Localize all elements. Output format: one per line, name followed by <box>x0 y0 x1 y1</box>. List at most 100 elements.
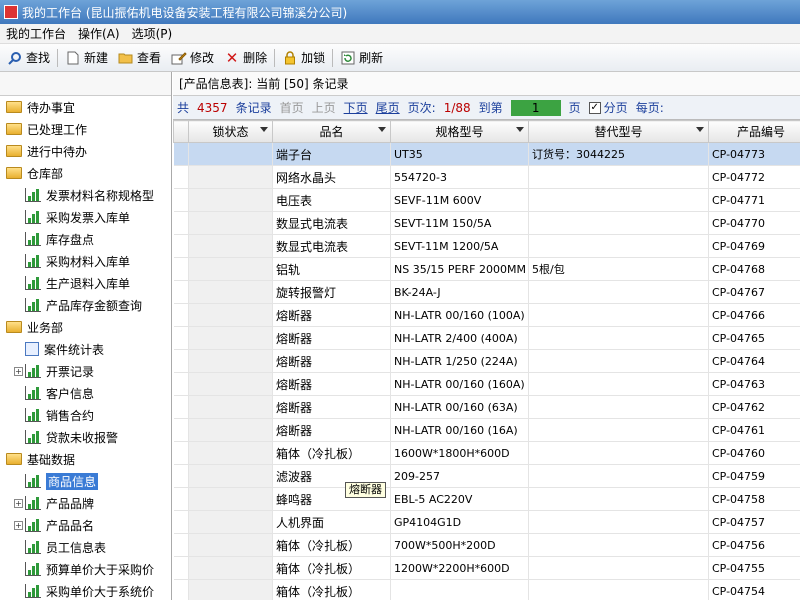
alt-model-cell[interactable] <box>528 510 709 534</box>
alt-model-cell[interactable] <box>528 211 709 235</box>
menu-options[interactable]: 选项(P) <box>126 25 179 42</box>
sidebar-item[interactable]: 销售合约 <box>25 404 94 426</box>
name-cell[interactable]: 旋转报警灯 <box>272 280 391 304</box>
product-code-cell[interactable]: CP-04763 <box>708 372 800 396</box>
product-code-cell[interactable]: CP-04760 <box>708 441 800 465</box>
sidebar-item[interactable]: 采购单价大于系统价 <box>25 580 154 600</box>
column-header-product-code[interactable]: 产品编号 <box>708 120 800 143</box>
menu-operation[interactable]: 操作(A) <box>72 25 126 42</box>
table-row[interactable]: 数显式电流表 SEVT-11M 1200/5A CP-04769 <box>173 234 800 258</box>
table-row[interactable]: 熔断器 NH-LATR 00/160 (160A) CP-04763 <box>173 372 800 396</box>
sidebar-item[interactable]: + 开票记录 <box>14 360 94 382</box>
new-button[interactable]: 新建 <box>60 46 113 70</box>
menu-workbench[interactable]: 我的工作台 <box>0 25 72 42</box>
product-code-cell[interactable]: CP-04768 <box>708 257 800 281</box>
lock-status-cell[interactable] <box>188 349 273 373</box>
lock-status-cell[interactable] <box>188 188 273 212</box>
sidebar-item[interactable]: 生产退料入库单 <box>25 272 130 294</box>
row-indicator[interactable] <box>173 280 189 304</box>
lock-status-cell[interactable] <box>188 257 273 281</box>
name-cell[interactable]: 网络水晶头 <box>272 165 391 189</box>
table-row[interactable]: 网络水晶头 554720-3 CP-04772 <box>173 165 800 189</box>
alt-model-cell[interactable] <box>528 372 709 396</box>
column-header-name[interactable]: 品名 <box>272 120 391 143</box>
name-cell[interactable]: 熔断器 <box>272 395 391 419</box>
name-cell[interactable]: 熔断器 <box>272 418 391 442</box>
spec-cell[interactable]: 209-257 <box>390 464 529 488</box>
sidebar-item[interactable]: + 产品品名 <box>14 514 94 536</box>
name-cell[interactable]: 端子台 <box>272 142 391 166</box>
row-indicator[interactable] <box>173 441 189 465</box>
row-indicator[interactable] <box>173 257 189 281</box>
alt-model-cell[interactable] <box>528 280 709 304</box>
table-row[interactable]: 熔断器 NH-LATR 1/250 (224A) CP-04764 <box>173 349 800 373</box>
row-indicator[interactable] <box>173 579 189 600</box>
spec-cell[interactable]: NH-LATR 00/160 (16A) <box>390 418 529 442</box>
alt-model-cell[interactable] <box>528 418 709 442</box>
spec-cell[interactable]: 1600W*1800H*600D <box>390 441 529 465</box>
spec-cell[interactable]: NH-LATR 00/160 (100A) <box>390 303 529 327</box>
spec-cell[interactable]: SEVT-11M 1200/5A <box>390 234 529 258</box>
lock-status-cell[interactable] <box>188 303 273 327</box>
lock-status-cell[interactable] <box>188 418 273 442</box>
alt-model-cell[interactable]: 订货号：3044225 <box>528 142 709 166</box>
table-row[interactable]: 人机界面 GP4104G1D CP-04757 <box>173 510 800 534</box>
alt-model-cell[interactable] <box>528 395 709 419</box>
row-indicator[interactable] <box>173 165 189 189</box>
dropdown-arrow-icon[interactable] <box>696 127 704 132</box>
alt-model-cell[interactable] <box>528 533 709 557</box>
paging-checkbox[interactable]: ✓ <box>588 101 601 114</box>
table-row[interactable]: 端子台 UT35 订货号：3044225 CP-04773 <box>173 142 800 166</box>
product-code-cell[interactable]: CP-04771 <box>708 188 800 212</box>
lock-button[interactable]: 加锁 <box>277 46 330 70</box>
sidebar-item[interactable]: 商品信息 <box>25 470 99 492</box>
row-indicator[interactable] <box>173 418 189 442</box>
table-row[interactable]: 箱体（冷扎板） CP-04754 <box>173 579 800 600</box>
row-indicator[interactable] <box>173 188 189 212</box>
sidebar-item[interactable]: 仓库部 <box>6 162 63 184</box>
name-cell[interactable]: 数显式电流表 <box>272 234 391 258</box>
sidebar-item[interactable]: 客户信息 <box>25 382 94 404</box>
spec-cell[interactable] <box>390 579 529 600</box>
product-code-cell[interactable]: CP-04757 <box>708 510 800 534</box>
sidebar-item[interactable]: 业务部 <box>6 316 63 338</box>
alt-model-cell[interactable]: 5根/包 <box>528 257 709 281</box>
sidebar-item[interactable]: 采购发票入库单 <box>25 206 130 228</box>
column-header-alt-model[interactable]: 替代型号 <box>528 120 709 143</box>
lock-status-cell[interactable] <box>188 372 273 396</box>
table-row[interactable]: 熔断器 NH-LATR 00/160 (63A) CP-04762 <box>173 395 800 419</box>
dropdown-arrow-icon[interactable] <box>516 127 524 132</box>
table-row[interactable]: 箱体（冷扎板） 1200W*2200H*600D CP-04755 <box>173 556 800 580</box>
product-code-cell[interactable]: CP-04755 <box>708 556 800 580</box>
sidebar-item[interactable]: 发票材料名称规格型 <box>25 184 154 206</box>
column-header-lock-status[interactable]: 锁状态 <box>188 120 273 143</box>
row-indicator[interactable] <box>173 372 189 396</box>
spec-cell[interactable]: GP4104G1D <box>390 510 529 534</box>
spec-cell[interactable]: 1200W*2200H*600D <box>390 556 529 580</box>
row-indicator[interactable] <box>173 234 189 258</box>
spec-cell[interactable]: NS 35/15 PERF 2000MM <box>390 257 529 281</box>
row-indicator[interactable] <box>173 303 189 327</box>
table-row[interactable]: 箱体（冷扎板） 700W*500H*200D CP-04756 <box>173 533 800 557</box>
name-cell[interactable]: 箱体（冷扎板） <box>272 533 391 557</box>
expand-icon[interactable]: + <box>14 520 23 530</box>
name-cell[interactable]: 熔断器 <box>272 303 391 327</box>
name-cell[interactable]: 电压表 <box>272 188 391 212</box>
spec-cell[interactable]: NH-LATR 2/400 (400A) <box>390 326 529 350</box>
table-row[interactable]: 熔断器 NH-LATR 2/400 (400A) CP-04765 <box>173 326 800 350</box>
spec-cell[interactable]: SEVF-11M 600V <box>390 188 529 212</box>
row-indicator[interactable] <box>173 349 189 373</box>
delete-button[interactable]: ✕ 删除 <box>219 46 272 70</box>
row-indicator[interactable] <box>173 533 189 557</box>
pager-prev-link[interactable]: 上页 <box>312 99 336 116</box>
spec-cell[interactable]: NH-LATR 1/250 (224A) <box>390 349 529 373</box>
view-button[interactable]: 查看 <box>113 46 166 70</box>
lock-status-cell[interactable] <box>188 326 273 350</box>
product-code-cell[interactable]: CP-04767 <box>708 280 800 304</box>
lock-status-cell[interactable] <box>188 211 273 235</box>
sidebar-item[interactable]: 案件统计表 <box>25 338 104 360</box>
table-row[interactable]: 铝轨 NS 35/15 PERF 2000MM 5根/包 CP-04768 <box>173 257 800 281</box>
spec-cell[interactable]: SEVT-11M 150/5A <box>390 211 529 235</box>
lock-status-cell[interactable] <box>188 142 273 166</box>
table-row[interactable]: 旋转报警灯 BK-24A-J CP-04767 <box>173 280 800 304</box>
